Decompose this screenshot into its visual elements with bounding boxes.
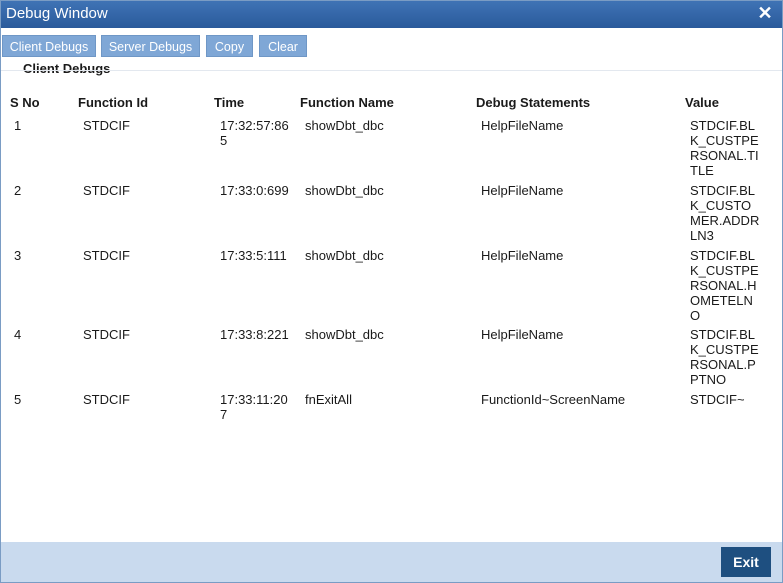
- cell-debug-statement: FunctionId~ScreenName: [481, 392, 626, 407]
- header-function-name: Function Name: [300, 95, 394, 110]
- cell-time: 17:33:5:111: [220, 248, 287, 263]
- server-debugs-button[interactable]: Server Debugs: [101, 35, 200, 57]
- section-title: Client Debugs: [23, 61, 111, 76]
- exit-button[interactable]: Exit: [721, 547, 771, 577]
- header-sno: S No: [10, 95, 40, 110]
- header-function-id: Function Id: [78, 95, 149, 110]
- cell-value: STDCIF.BLK_CUSTOMER.ADDRLN3: [690, 183, 760, 243]
- cell-debug-statement: HelpFileName: [481, 248, 564, 263]
- cell-function-name: showDbt_dbc: [305, 327, 384, 342]
- footer-bar: Exit: [1, 542, 782, 582]
- header-debug-statements: Debug Statements: [476, 95, 591, 110]
- cell-function-id: STDCIF: [83, 327, 130, 342]
- cell-time: 17:33:8:221: [220, 327, 289, 342]
- cell-sno: 2: [14, 183, 22, 198]
- clear-button[interactable]: Clear: [259, 35, 307, 57]
- cell-debug-statement: HelpFileName: [481, 183, 564, 198]
- cell-function-name: showDbt_dbc: [305, 183, 384, 198]
- cell-sno: 3: [14, 248, 22, 263]
- header-time: Time: [214, 95, 245, 110]
- cell-sno: 4: [14, 327, 22, 342]
- cell-debug-statement: HelpFileName: [481, 327, 564, 342]
- cell-value: STDCIF.BLK_CUSTPERSONAL.HOMETELNO: [690, 248, 759, 323]
- cell-sno: 5: [14, 392, 22, 407]
- cell-time: 17:33:11:207: [220, 392, 288, 422]
- cell-function-id: STDCIF: [83, 118, 130, 133]
- title-bar: Debug Window ✕: [1, 1, 782, 28]
- debug-window: Debug Window ✕ Client Debugs Server Debu…: [0, 0, 783, 583]
- cell-function-id: STDCIF: [83, 248, 130, 263]
- cell-value: STDCIF.BLK_CUSTPERSONAL.PPTNO: [690, 327, 759, 387]
- cell-function-name: fnExitAll: [305, 392, 352, 407]
- cell-function-name: showDbt_dbc: [305, 118, 384, 133]
- divider: [1, 70, 782, 71]
- client-debugs-button[interactable]: Client Debugs: [2, 35, 96, 57]
- window-title: Debug Window: [6, 5, 108, 22]
- cell-function-id: STDCIF: [83, 392, 130, 407]
- cell-value: STDCIF.BLK_CUSTPERSONAL.TITLE: [690, 118, 759, 178]
- cell-value: STDCIF~: [690, 392, 745, 407]
- cell-function-id: STDCIF: [83, 183, 130, 198]
- cell-sno: 1: [14, 118, 22, 133]
- cell-function-name: showDbt_dbc: [305, 248, 384, 263]
- copy-button[interactable]: Copy: [206, 35, 253, 57]
- close-icon[interactable]: ✕: [756, 4, 774, 22]
- cell-debug-statement: HelpFileName: [481, 118, 564, 133]
- cell-time: 17:33:0:699: [220, 183, 289, 198]
- toolbar: Client Debugs Server Debugs Copy Clear: [1, 35, 782, 59]
- cell-time: 17:32:57:865: [220, 118, 289, 148]
- header-value: Value: [685, 95, 719, 110]
